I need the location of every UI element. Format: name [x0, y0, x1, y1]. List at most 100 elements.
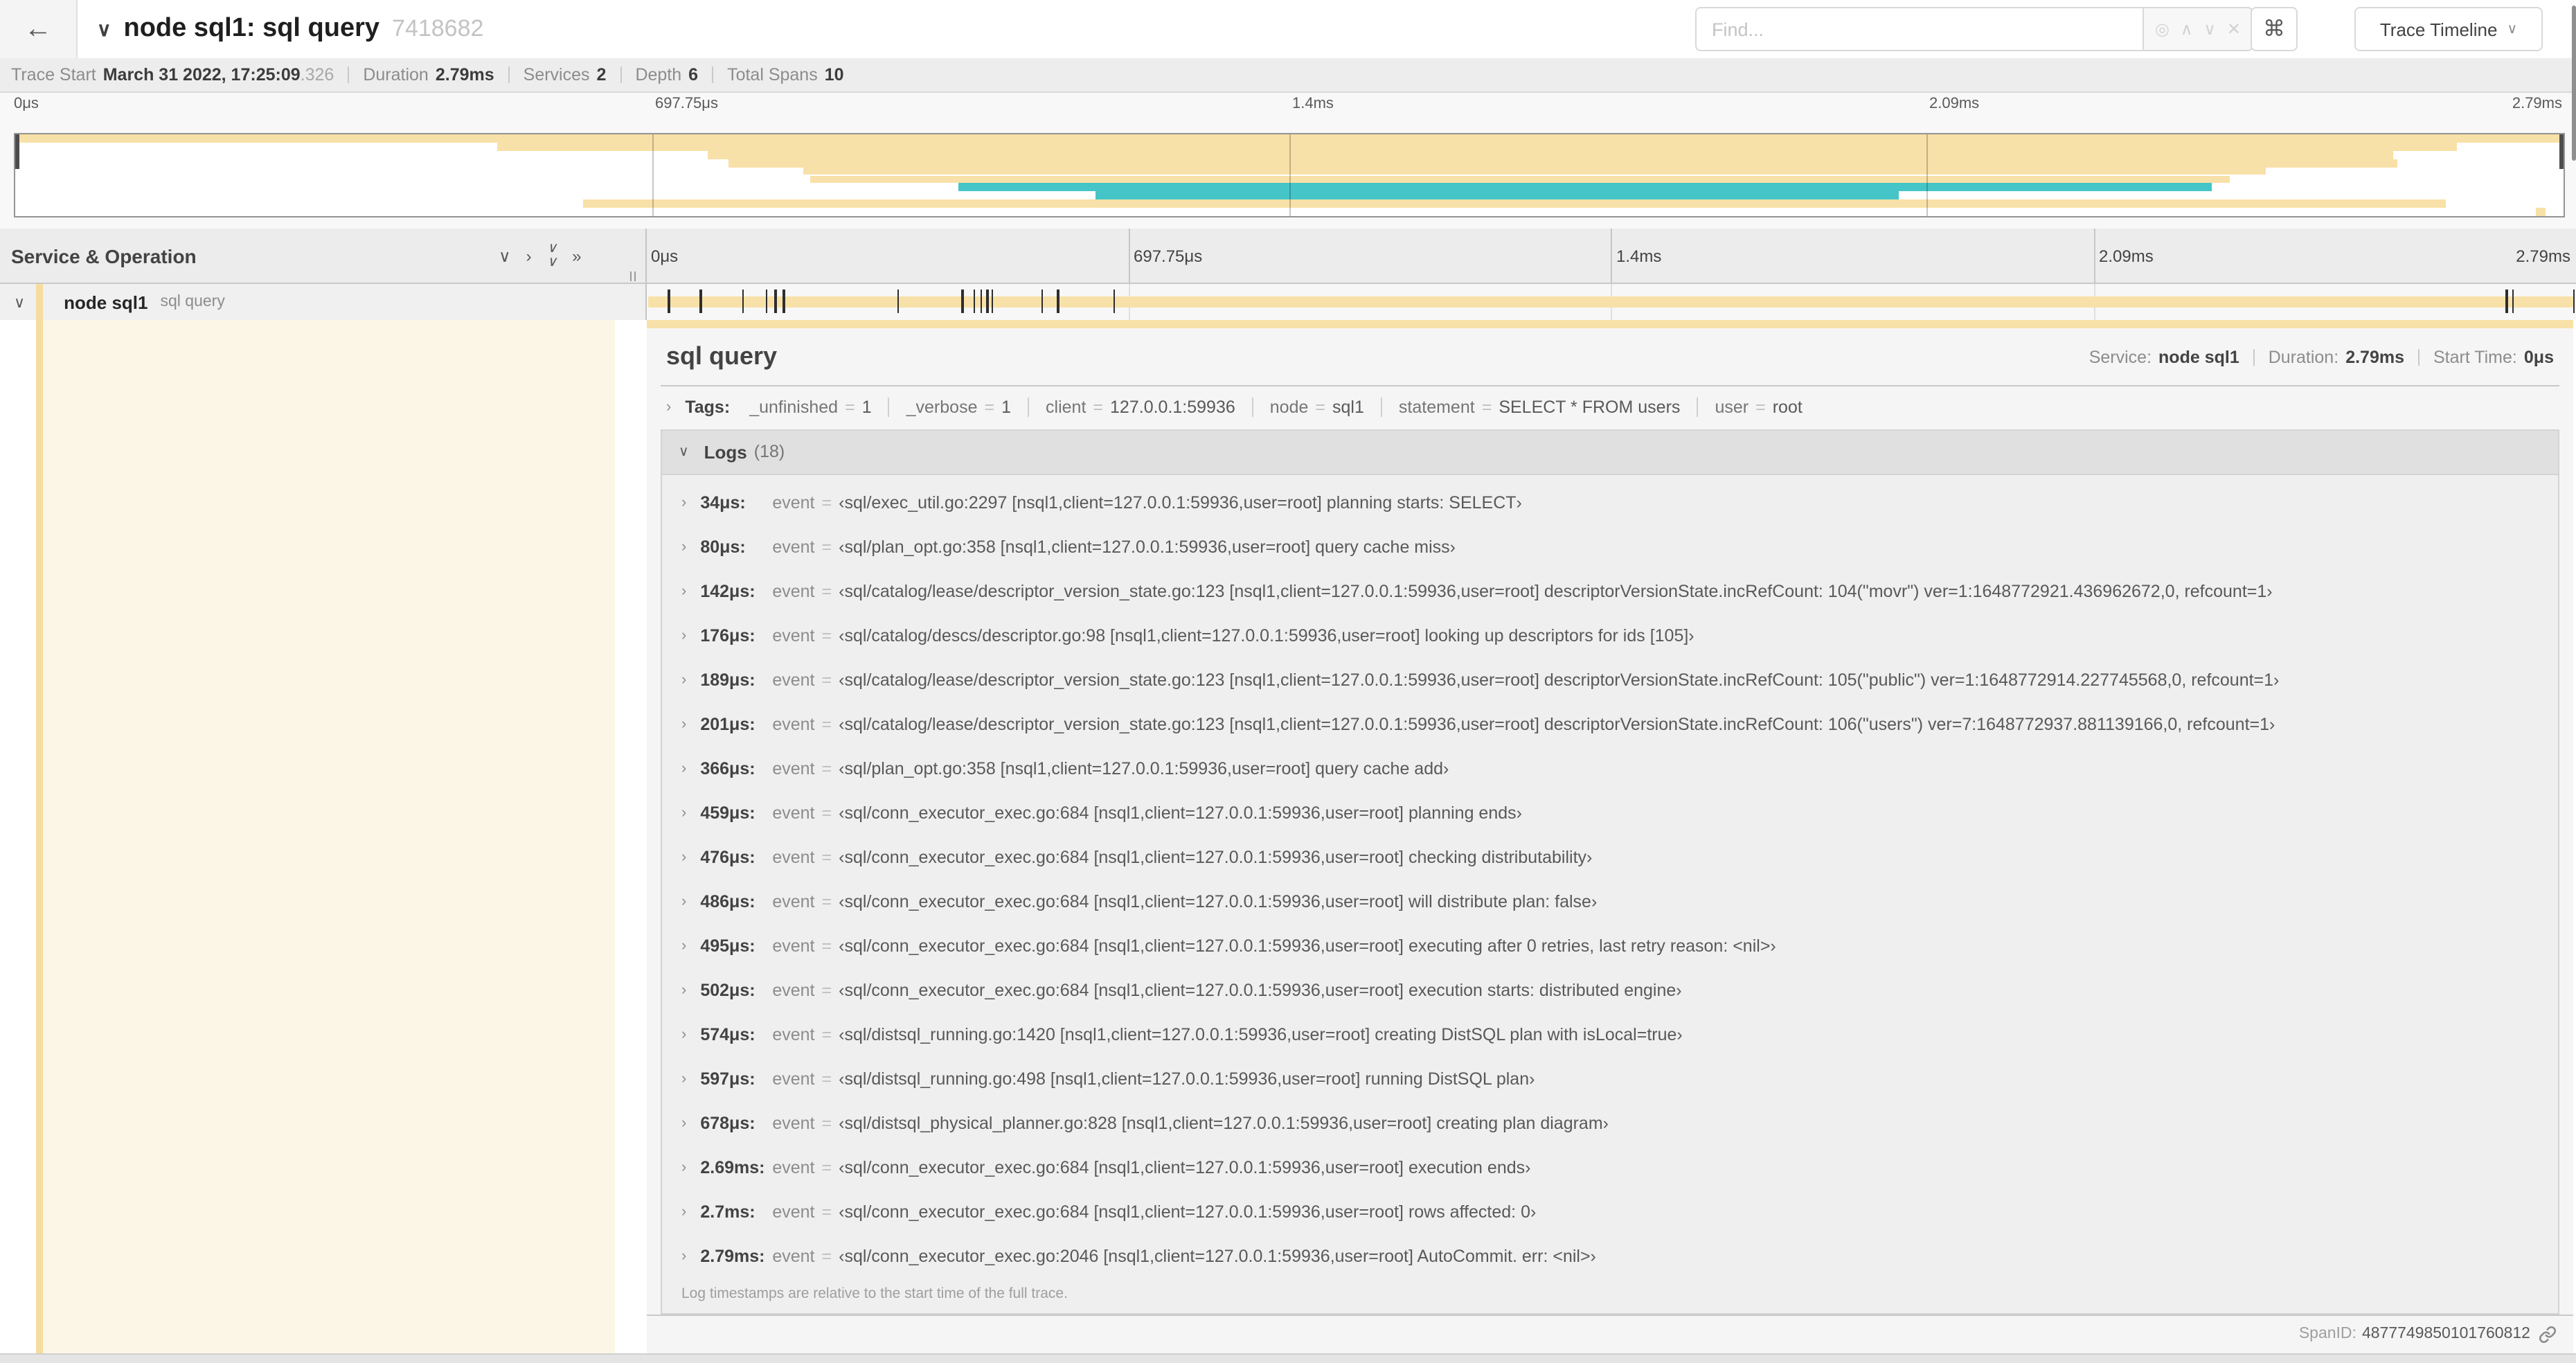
- minimap-axis-label: 2.79ms: [2512, 96, 2562, 112]
- log-entry[interactable]: › 142μs: event = ‹sql/catalog/lease/descript…: [662, 569, 2558, 613]
- log-entry[interactable]: › 597μs: event = ‹sql/distsql_running.go:498…: [662, 1056, 2558, 1101]
- tags-expand-chevron-icon[interactable]: ›: [666, 398, 671, 415]
- logs-header[interactable]: ∨ Logs (18): [662, 430, 2558, 475]
- log-entry[interactable]: › 34μs: event = ‹sql/exec_util.go:2297 [nsql…: [662, 480, 2558, 524]
- log-entry[interactable]: › 459μs: event = ‹sql/conn_executor_exec.go:…: [662, 790, 2558, 835]
- log-entry[interactable]: › 476μs: event = ‹sql/conn_executor_exec.go:…: [662, 835, 2558, 879]
- minimap-right-scrubber[interactable]: [2559, 134, 2564, 169]
- log-entry[interactable]: › 495μs: event = ‹sql/conn_executor_exec.go:…: [662, 923, 2558, 968]
- log-entry[interactable]: › 678μs: event = ‹sql/distsql_physical_plann…: [662, 1101, 2558, 1145]
- back-button[interactable]: ←: [0, 0, 78, 58]
- minimap-left-scrubber[interactable]: [15, 134, 19, 169]
- log-expand-chevron-icon[interactable]: ›: [681, 1247, 686, 1264]
- span-timeline-cell[interactable]: [645, 284, 2576, 320]
- deep-link-icon[interactable]: [2539, 1326, 2557, 1344]
- log-field-key: event: [772, 936, 815, 956]
- log-entry[interactable]: › 574μs: event = ‹sql/distsql_running.go:142…: [662, 1012, 2558, 1056]
- log-entry[interactable]: › 176μs: event = ‹sql/catalog/descs/descript…: [662, 613, 2558, 657]
- log-marker[interactable]: [2505, 289, 2508, 313]
- tag-equals: =: [984, 397, 995, 417]
- tag-equals: =: [1315, 397, 1326, 417]
- expand-all-icon[interactable]: »: [572, 248, 581, 265]
- log-marker[interactable]: [742, 289, 744, 313]
- column-divider[interactable]: [645, 229, 647, 320]
- log-timestamp: 142μs:: [700, 581, 755, 601]
- span-collapse-chevron-icon[interactable]: ∨: [14, 293, 25, 311]
- log-expand-chevron-icon[interactable]: ›: [681, 1159, 686, 1175]
- detail-meta-value: 2.79ms: [2345, 347, 2404, 367]
- log-expand-chevron-icon[interactable]: ›: [681, 937, 686, 954]
- log-marker[interactable]: [980, 289, 983, 313]
- ruler-tick: [1611, 229, 1612, 284]
- detail-meta-value: 0μs: [2523, 347, 2554, 367]
- log-expand-chevron-icon[interactable]: ›: [681, 494, 686, 510]
- summary-item-label: Total Spans: [727, 65, 818, 84]
- log-expand-chevron-icon[interactable]: ›: [681, 893, 686, 909]
- log-expand-chevron-icon[interactable]: ›: [681, 848, 686, 865]
- locate-icon[interactable]: ◎: [2155, 21, 2170, 37]
- log-marker[interactable]: [2512, 289, 2514, 313]
- log-marker[interactable]: [961, 289, 964, 313]
- log-expand-chevron-icon[interactable]: ›: [681, 981, 686, 998]
- log-field-key: event: [772, 670, 815, 690]
- log-timestamp: 459μs:: [700, 803, 755, 823]
- next-result-icon[interactable]: ∨: [2203, 21, 2216, 37]
- log-expand-chevron-icon[interactable]: ›: [681, 1114, 686, 1131]
- log-entry[interactable]: › 80μs: event = ‹sql/plan_opt.go:358 [nsql1,…: [662, 524, 2558, 569]
- log-expand-chevron-icon[interactable]: ›: [681, 671, 686, 688]
- trace-collapse-chevron-icon[interactable]: ∨: [97, 17, 111, 41]
- log-entry[interactable]: › 2.7ms: event = ‹sql/conn_executor_exec.go:…: [662, 1189, 2558, 1233]
- log-equals: =: [821, 891, 832, 911]
- log-entry[interactable]: › 366μs: event = ‹sql/plan_opt.go:358 [nsql1…: [662, 746, 2558, 790]
- log-entry[interactable]: › 486μs: event = ‹sql/conn_executor_exec.go:…: [662, 879, 2558, 923]
- log-expand-chevron-icon[interactable]: ›: [681, 1203, 686, 1220]
- log-marker[interactable]: [973, 289, 976, 313]
- log-entry[interactable]: › 2.69ms: event = ‹sql/conn_executor_exec.go…: [662, 1145, 2558, 1189]
- log-equals: =: [821, 1202, 832, 1222]
- scrollbar-thumb[interactable]: [2571, 6, 2576, 161]
- log-marker[interactable]: [774, 289, 777, 313]
- log-equals: =: [821, 492, 832, 513]
- log-timestamp: 495μs:: [700, 936, 755, 956]
- clear-search-icon[interactable]: ✕: [2227, 21, 2241, 37]
- log-expand-chevron-icon[interactable]: ›: [681, 582, 686, 599]
- log-expand-chevron-icon[interactable]: ›: [681, 1070, 686, 1087]
- log-entry[interactable]: › 502μs: event = ‹sql/conn_executor_exec.go:…: [662, 968, 2558, 1012]
- collapse-all-icon[interactable]: ∨ ∨: [547, 242, 557, 270]
- log-marker[interactable]: [765, 289, 768, 313]
- prev-result-icon[interactable]: ∧: [2181, 21, 2193, 37]
- trace-summary-bar: Trace Start March 31 2022, 17:25:09.326 Du…: [0, 58, 2576, 93]
- log-marker[interactable]: [991, 289, 994, 313]
- span-name-cell[interactable]: ∨ node sql1 sql query: [0, 284, 645, 320]
- log-marker[interactable]: [897, 289, 900, 313]
- span-duration-bar[interactable]: [648, 296, 2573, 308]
- log-marker[interactable]: [1057, 289, 1059, 313]
- keyboard-shortcuts-button[interactable]: ⌘: [2251, 7, 2298, 51]
- log-marker[interactable]: [2573, 289, 2575, 313]
- collapse-one-icon[interactable]: ∨: [499, 248, 511, 265]
- log-entry[interactable]: › 2.79ms: event = ‹sql/conn_executor_exec.go…: [662, 1233, 2558, 1278]
- log-entry[interactable]: › 201μs: event = ‹sql/catalog/lease/descript…: [662, 702, 2558, 746]
- minimap-canvas[interactable]: [14, 133, 2565, 217]
- log-entry[interactable]: › 189μs: event = ‹sql/catalog/lease/descript…: [662, 657, 2558, 702]
- logs-footnote: Log timestamps are relative to the start…: [681, 1285, 1068, 1302]
- log-marker[interactable]: [1041, 289, 1044, 313]
- log-expand-chevron-icon[interactable]: ›: [681, 804, 686, 821]
- log-expand-chevron-icon[interactable]: ›: [681, 715, 686, 732]
- view-selector-button[interactable]: Trace Timeline ∨: [2354, 7, 2543, 51]
- log-marker[interactable]: [782, 289, 785, 313]
- log-marker[interactable]: [668, 289, 670, 313]
- log-expand-chevron-icon[interactable]: ›: [681, 760, 686, 776]
- log-expand-chevron-icon[interactable]: ›: [681, 627, 686, 643]
- expand-one-icon[interactable]: ›: [526, 248, 532, 265]
- column-resizer-grip[interactable]: [630, 271, 636, 281]
- tags-row[interactable]: › Tags: _unfinished = 1 _verbose = 1 client = 12…: [647, 387, 2573, 427]
- log-expand-chevron-icon[interactable]: ›: [681, 538, 686, 555]
- log-marker[interactable]: [1113, 289, 1116, 313]
- log-expand-chevron-icon[interactable]: ›: [681, 1026, 686, 1042]
- tags-label[interactable]: Tags:: [685, 397, 730, 416]
- log-marker[interactable]: [699, 289, 701, 313]
- find-input[interactable]: [1695, 7, 2143, 51]
- log-marker[interactable]: [986, 289, 989, 313]
- span-row[interactable]: ∨ node sql1 sql query: [0, 284, 2576, 321]
